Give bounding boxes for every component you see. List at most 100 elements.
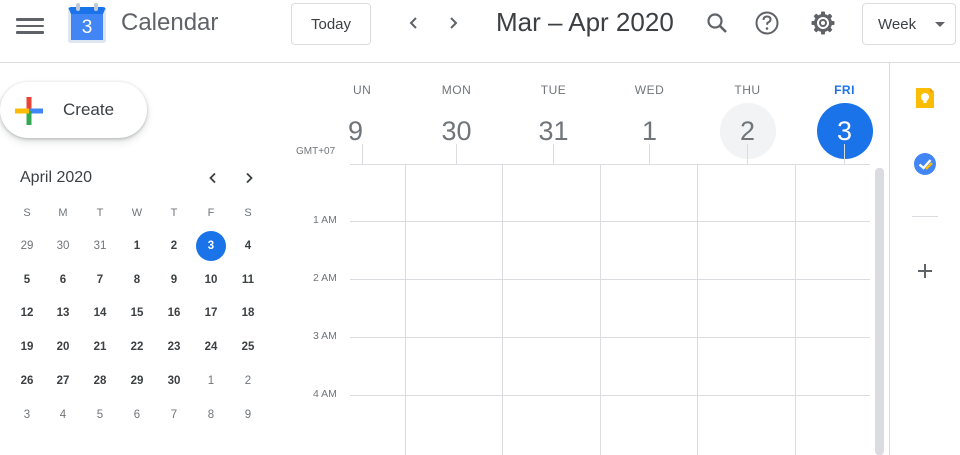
calendar-logo-icon: 3 — [68, 3, 106, 43]
chevron-right-icon[interactable] — [440, 10, 466, 36]
mini-day[interactable]: 1 — [196, 366, 226, 396]
mini-day[interactable]: 24 — [196, 332, 226, 362]
mini-day[interactable]: 31 — [85, 231, 115, 261]
mini-day[interactable]: 22 — [122, 332, 152, 362]
mini-day[interactable]: 17 — [196, 298, 226, 328]
mini-weekday-label: M — [58, 207, 68, 219]
help-icon[interactable] — [752, 8, 782, 38]
mini-weekday-label: S — [244, 207, 252, 219]
keep-icon[interactable] — [912, 85, 938, 111]
day-of-week-label: UN — [353, 83, 372, 97]
view-selector[interactable]: Week — [862, 3, 956, 45]
header-tick-line — [649, 144, 650, 164]
mini-day[interactable]: 13 — [48, 298, 78, 328]
mini-day[interactable]: 6 — [122, 400, 152, 430]
mini-day[interactable]: 4 — [48, 400, 78, 430]
day-column-line — [600, 164, 601, 455]
logo-number: 3 — [81, 17, 93, 38]
mini-day[interactable]: 9 — [233, 400, 263, 430]
mini-day[interactable]: 2 — [233, 366, 263, 396]
mini-day[interactable]: 3 — [12, 400, 42, 430]
day-of-week-label: FRI — [834, 83, 855, 97]
side-panel — [889, 63, 960, 455]
mini-day[interactable]: 29 — [122, 366, 152, 396]
settings-icon[interactable] — [808, 8, 838, 38]
mini-day[interactable]: 18 — [233, 298, 263, 328]
mini-day[interactable]: 5 — [85, 400, 115, 430]
mini-day-today[interactable]: 3 — [196, 231, 226, 261]
hour-line — [350, 337, 870, 338]
mini-day[interactable]: 7 — [159, 400, 189, 430]
mini-day[interactable]: 6 — [48, 265, 78, 295]
mini-day[interactable]: 1 — [122, 231, 152, 261]
header-tick-line — [747, 144, 748, 164]
mini-day[interactable]: 30 — [48, 231, 78, 261]
day-header[interactable]: UN 29 — [347, 80, 410, 159]
mini-day[interactable]: 25 — [233, 332, 263, 362]
hour-line — [350, 221, 870, 222]
header-tick-line — [456, 144, 457, 164]
header-tick-line — [844, 144, 845, 164]
plus-icon — [15, 97, 43, 125]
day-number[interactable]: 29 — [347, 103, 389, 159]
mini-day[interactable]: 8 — [196, 400, 226, 430]
search-icon[interactable] — [702, 8, 732, 38]
mini-day[interactable]: 27 — [48, 366, 78, 396]
hour-label: 3 AM — [313, 330, 337, 342]
mini-day[interactable]: 29 — [12, 231, 42, 261]
hour-line — [350, 395, 870, 396]
hour-label: 1 AM — [313, 214, 337, 226]
hour-line — [350, 279, 870, 280]
header-tick-line — [362, 144, 363, 164]
create-button[interactable]: Create — [0, 82, 147, 138]
day-column-line — [405, 164, 406, 455]
day-of-week-label: MON — [441, 83, 472, 97]
mini-day[interactable]: 7 — [85, 265, 115, 295]
mini-day[interactable]: 16 — [159, 298, 189, 328]
mini-day[interactable]: 10 — [196, 265, 226, 295]
hour-label: 4 AM — [313, 388, 337, 400]
today-button[interactable]: Today — [291, 3, 371, 45]
header-divider-line — [350, 164, 870, 165]
mini-day[interactable]: 19 — [12, 332, 42, 362]
day-column-line — [502, 164, 503, 455]
mini-day[interactable]: 11 — [233, 265, 263, 295]
timezone-label: GMT+07 — [296, 146, 336, 157]
mini-day[interactable]: 2 — [159, 231, 189, 261]
chevron-left-icon[interactable] — [401, 10, 427, 36]
date-range-title: Mar – Apr 2020 — [496, 7, 674, 37]
mini-day[interactable]: 12 — [12, 298, 42, 328]
mini-day[interactable]: 4 — [233, 231, 263, 261]
tasks-icon[interactable] — [912, 151, 938, 177]
mini-day[interactable]: 30 — [159, 366, 189, 396]
create-button-label: Create — [63, 100, 115, 119]
hour-label: 2 AM — [313, 272, 337, 284]
mini-day[interactable]: 23 — [159, 332, 189, 362]
view-selector-label: Week — [878, 15, 917, 33]
day-of-week-label: TUE — [540, 83, 567, 97]
dropdown-caret-icon — [935, 22, 945, 27]
mini-day[interactable]: 21 — [85, 332, 115, 362]
mini-weekday-label: F — [207, 207, 215, 219]
mini-day[interactable]: 20 — [48, 332, 78, 362]
mini-next-month-icon[interactable] — [238, 167, 260, 189]
mini-day[interactable]: 9 — [159, 265, 189, 295]
mini-day[interactable]: 14 — [85, 298, 115, 328]
top-bar: 3 Calendar Today Mar – Apr 2020 Week — [0, 0, 960, 63]
week-scrollbar[interactable] — [875, 168, 884, 455]
add-icon[interactable] — [912, 258, 938, 284]
mini-day[interactable]: 26 — [12, 366, 42, 396]
mini-day[interactable]: 8 — [122, 265, 152, 295]
menu-icon[interactable] — [16, 14, 44, 36]
mini-calendar-title: April 2020 — [20, 169, 93, 186]
day-column-line — [795, 164, 796, 455]
day-column-line — [697, 164, 698, 455]
mini-prev-month-icon[interactable] — [202, 167, 224, 189]
app-title: Calendar — [121, 9, 219, 36]
mini-day[interactable]: 28 — [85, 366, 115, 396]
side-panel-divider — [912, 216, 938, 217]
day-of-week-label: WED — [634, 83, 665, 97]
mini-weekday-label: T — [96, 207, 104, 219]
mini-day[interactable]: 15 — [122, 298, 152, 328]
mini-day[interactable]: 5 — [12, 265, 42, 295]
